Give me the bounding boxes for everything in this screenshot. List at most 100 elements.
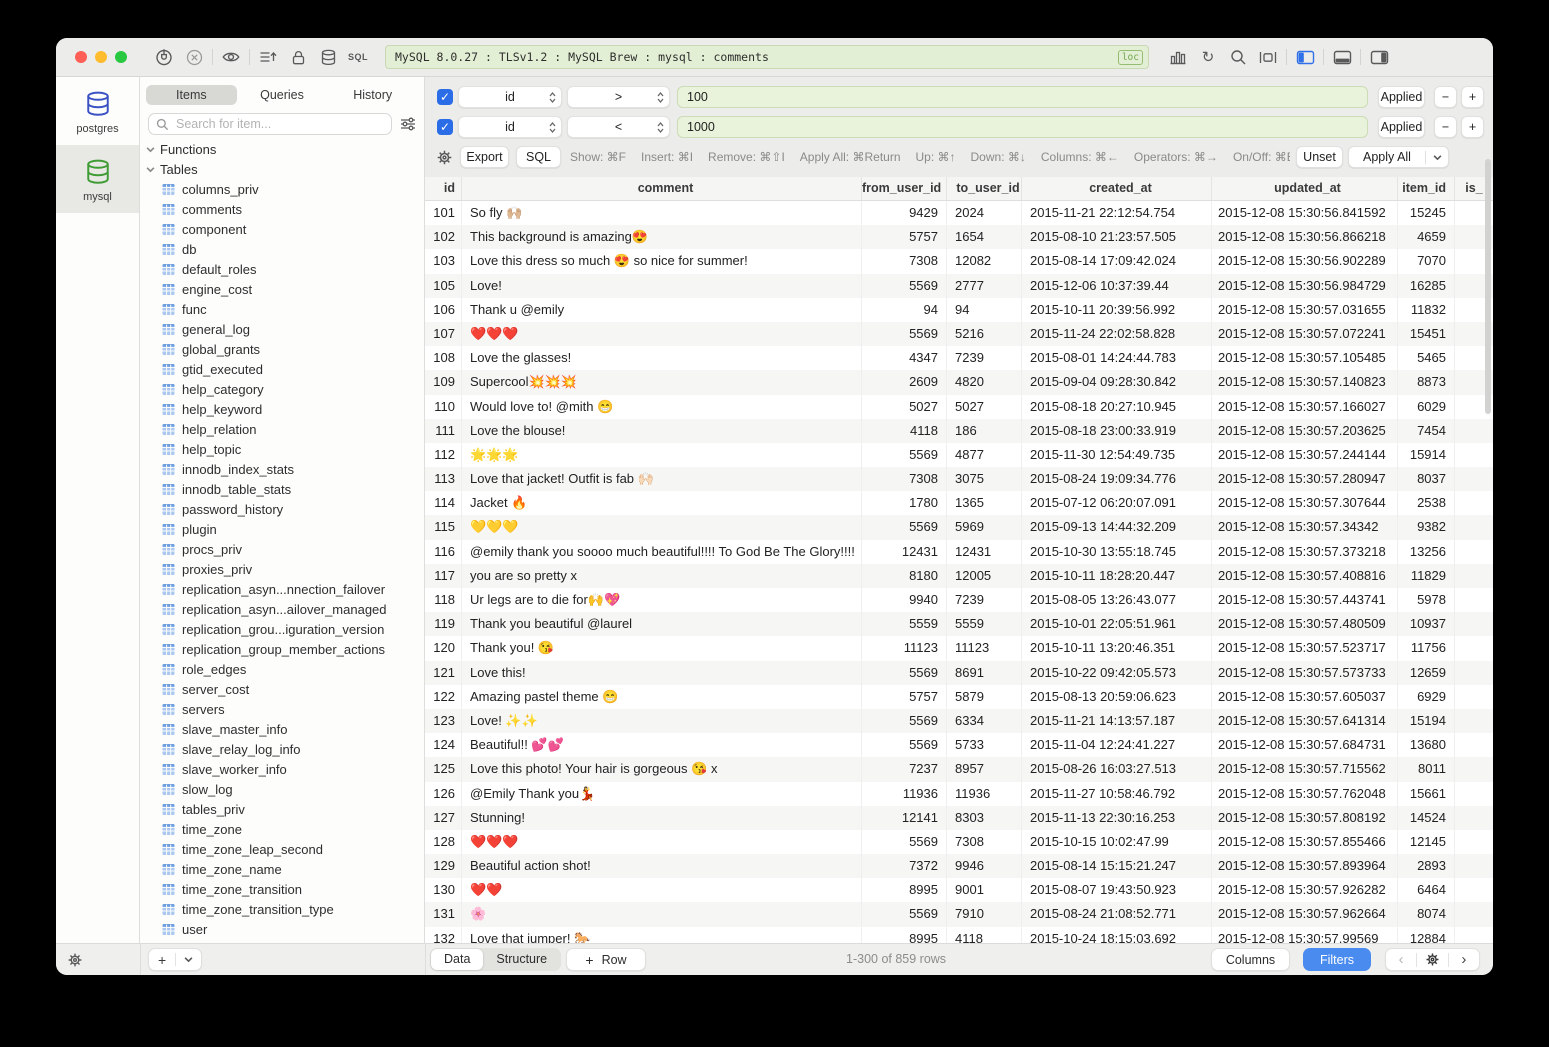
table-item[interactable]: replication_group_member_actions: [140, 639, 424, 659]
tab-data[interactable]: Data: [431, 949, 483, 970]
table-cell[interactable]: 2015-10-11 20:39:56.992: [1022, 298, 1212, 322]
filter-sliders-icon[interactable]: [400, 117, 416, 131]
table-cell[interactable]: [1455, 902, 1493, 926]
add-filter-button[interactable]: +: [1461, 86, 1484, 108]
table-cell[interactable]: 13680: [1398, 733, 1455, 757]
table-cell[interactable]: 7070: [1398, 249, 1455, 273]
table-row[interactable]: 101So fly 🙌🏼942920242015-11-21 22:12:54.…: [425, 201, 1493, 225]
table-cell[interactable]: 1365: [947, 491, 1022, 515]
chevron-down-icon[interactable]: [1426, 153, 1448, 162]
connection-mysql[interactable]: mysql: [56, 145, 139, 213]
table-item[interactable]: plugin: [140, 519, 424, 539]
chart-icon[interactable]: [1163, 45, 1193, 69]
table-cell[interactable]: 2015-12-08 15:30:57.34342: [1212, 515, 1398, 539]
table-cell[interactable]: 5027: [862, 395, 947, 419]
table-item[interactable]: help_category: [140, 379, 424, 399]
table-cell[interactable]: Would love to! @mith 😁: [462, 395, 862, 419]
table-cell[interactable]: Love that jacket! Outfit is fab 🙌🏻: [462, 467, 862, 491]
remove-filter-button[interactable]: −: [1434, 116, 1457, 138]
table-item[interactable]: func: [140, 299, 424, 319]
table-cell[interactable]: [1455, 564, 1493, 588]
tab-history[interactable]: History: [327, 85, 418, 105]
table-cell[interactable]: 12659: [1398, 661, 1455, 685]
table-row[interactable]: 118Ur legs are to die for🙌💖994072392015-…: [425, 588, 1493, 612]
column-header[interactable]: id: [425, 177, 462, 200]
remove-filter-button[interactable]: −: [1434, 86, 1457, 108]
filter-value-input[interactable]: 100: [677, 86, 1368, 108]
filter-operator-select[interactable]: >: [567, 86, 670, 108]
sql-icon[interactable]: SQL: [343, 45, 373, 69]
table-cell[interactable]: 8873: [1398, 370, 1455, 394]
table-cell[interactable]: 11756: [1398, 636, 1455, 660]
table-cell[interactable]: 2015-12-08 15:30:56.841592: [1212, 201, 1398, 225]
column-header[interactable]: from_user_id: [862, 177, 947, 200]
table-cell[interactable]: 94: [947, 298, 1022, 322]
table-cell[interactable]: 14524: [1398, 806, 1455, 830]
table-cell[interactable]: 123: [425, 709, 462, 733]
table-cell[interactable]: 106: [425, 298, 462, 322]
table-cell[interactable]: 2015-08-14 17:09:42.024: [1022, 249, 1212, 273]
table-cell[interactable]: 5969: [947, 515, 1022, 539]
table-cell[interactable]: ❤️❤️❤️: [462, 322, 862, 346]
table-cell[interactable]: 131: [425, 902, 462, 926]
table-cell[interactable]: 5879: [947, 685, 1022, 709]
table-cell[interactable]: [1455, 661, 1493, 685]
table-cell[interactable]: 12431: [862, 540, 947, 564]
table-row[interactable]: 110Would love to! @mith 😁502750272015-08…: [425, 395, 1493, 419]
table-item[interactable]: columns_priv: [140, 179, 424, 199]
table-cell[interactable]: 5757: [862, 225, 947, 249]
table-cell[interactable]: 1780: [862, 491, 947, 515]
table-row[interactable]: 109Supercool💥💥💥260948202015-09-04 09:28:…: [425, 370, 1493, 394]
table-cell[interactable]: 2015-12-08 15:30:57.140823: [1212, 370, 1398, 394]
table-item[interactable]: password_history: [140, 499, 424, 519]
table-cell[interactable]: [1455, 854, 1493, 878]
table-cell[interactable]: 119: [425, 612, 462, 636]
table-cell[interactable]: 2015-12-08 15:30:57.962664: [1212, 902, 1398, 926]
table-cell[interactable]: 8303: [947, 806, 1022, 830]
table-cell[interactable]: 2015-10-11 13:20:46.351: [1022, 636, 1212, 660]
table-cell[interactable]: [1455, 757, 1493, 781]
table-row[interactable]: 120Thank you! 😘11123111232015-10-11 13:2…: [425, 636, 1493, 660]
table-cell[interactable]: 108: [425, 346, 462, 370]
unset-button[interactable]: Unset: [1296, 146, 1343, 168]
table-row[interactable]: 124Beautiful!! 💕💕556957332015-11-04 12:2…: [425, 733, 1493, 757]
table-cell[interactable]: ❤️❤️: [462, 878, 862, 902]
column-header[interactable]: updated_at: [1212, 177, 1398, 200]
table-item[interactable]: time_zone_transition: [140, 879, 424, 899]
table-row[interactable]: 107❤️❤️❤️556952162015-11-24 22:02:58.828…: [425, 322, 1493, 346]
table-cell[interactable]: 11936: [947, 782, 1022, 806]
table-cell[interactable]: 9382: [1398, 515, 1455, 539]
table-cell[interactable]: 12431: [947, 540, 1022, 564]
close-window-button[interactable]: [75, 51, 87, 63]
table-cell[interactable]: Thank you beautiful @laurel: [462, 612, 862, 636]
table-cell[interactable]: @Emily Thank you💃: [462, 782, 862, 806]
filter-applied-button[interactable]: Applied: [1378, 86, 1425, 108]
table-cell[interactable]: 2015-11-21 14:13:57.187: [1022, 709, 1212, 733]
table-cell[interactable]: 2893: [1398, 854, 1455, 878]
table-cell[interactable]: 2015-12-08 15:30:57.762048: [1212, 782, 1398, 806]
table-item[interactable]: procs_priv: [140, 539, 424, 559]
table-cell[interactable]: 2015-12-08 15:30:57.808192: [1212, 806, 1398, 830]
table-cell[interactable]: 129: [425, 854, 462, 878]
table-item[interactable]: general_log: [140, 319, 424, 339]
table-cell[interactable]: 112: [425, 443, 462, 467]
table-cell[interactable]: 105: [425, 274, 462, 298]
table-cell[interactable]: 2015-08-24 21:08:52.771: [1022, 902, 1212, 926]
table-item[interactable]: slave_relay_log_info: [140, 739, 424, 759]
sidebar-left-icon[interactable]: [1290, 45, 1320, 69]
columns-button[interactable]: Columns: [1211, 948, 1290, 971]
table-item[interactable]: innodb_index_stats: [140, 459, 424, 479]
table-cell[interactable]: 2015-12-08 15:30:57.031655: [1212, 298, 1398, 322]
table-cell[interactable]: 2015-12-08 15:30:56.984729: [1212, 274, 1398, 298]
table-cell[interactable]: 5569: [862, 902, 947, 926]
table-cell[interactable]: Love! ✨✨: [462, 709, 862, 733]
table-cell[interactable]: 2015-12-08 15:30:57.203625: [1212, 419, 1398, 443]
table-cell[interactable]: 9946: [947, 854, 1022, 878]
table-cell[interactable]: 2015-11-30 12:54:49.735: [1022, 443, 1212, 467]
table-item[interactable]: help_topic: [140, 439, 424, 459]
table-cell[interactable]: 120: [425, 636, 462, 660]
table-cell[interactable]: 15914: [1398, 443, 1455, 467]
table-cell[interactable]: 114: [425, 491, 462, 515]
table-cell[interactable]: [1455, 806, 1493, 830]
table-item[interactable]: comments: [140, 199, 424, 219]
